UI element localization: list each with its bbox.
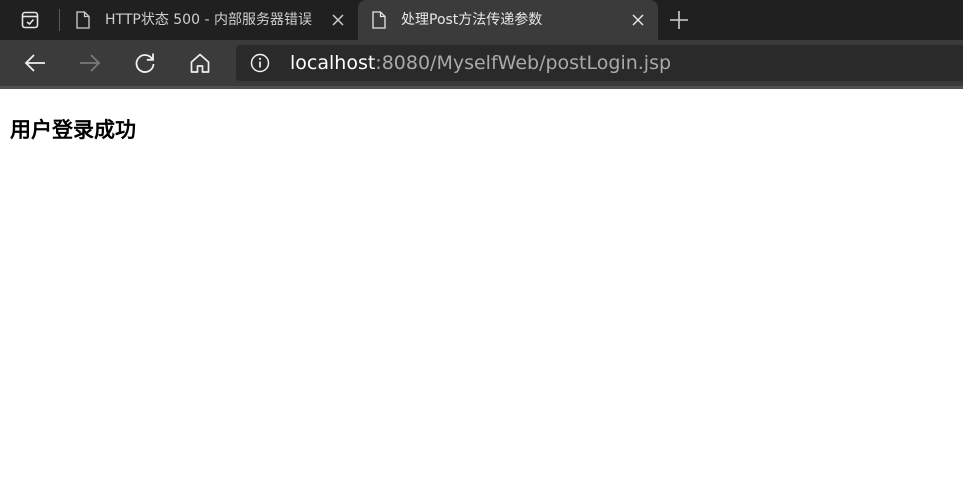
page-content: 用户登录成功 [0, 89, 963, 502]
tab-post-params[interactable]: 处理Post方法传递参数 [358, 0, 658, 40]
arrow-right-icon[interactable] [78, 51, 102, 75]
page-icon [372, 11, 386, 29]
address-bar[interactable]: localhost:8080/MyselfWeb/postLogin.jsp [236, 45, 963, 81]
info-icon[interactable] [250, 53, 270, 73]
tab-title: 处理Post方法传递参数 [401, 12, 543, 28]
home-icon[interactable] [188, 51, 212, 75]
toolbar: localhost:8080/MyselfWeb/postLogin.jsp [0, 40, 963, 86]
url-host: localhost [290, 52, 376, 74]
page-heading: 用户登录成功 [10, 118, 136, 142]
plus-icon[interactable] [668, 9, 690, 31]
arrow-left-icon[interactable] [23, 51, 47, 75]
url-path: :8080/MyselfWeb/postLogin.jsp [375, 52, 672, 74]
browser-window: HTTP状态 500 - 内部服务器错误 处理Post方法传递参数 localh… [0, 0, 963, 502]
refresh-icon[interactable] [133, 51, 157, 75]
tab-separator [59, 9, 60, 31]
tab-http-500[interactable]: HTTP状态 500 - 内部服务器错误 [62, 0, 358, 40]
tab-title: HTTP状态 500 - 内部服务器错误 [105, 12, 312, 28]
close-icon[interactable] [330, 12, 346, 28]
url-text: localhost:8080/MyselfWeb/postLogin.jsp [290, 52, 671, 74]
tab-strip: HTTP状态 500 - 内部服务器错误 处理Post方法传递参数 [0, 0, 963, 40]
tab-actions-icon[interactable] [12, 8, 48, 32]
close-icon[interactable] [630, 12, 646, 28]
page-icon [76, 11, 90, 29]
